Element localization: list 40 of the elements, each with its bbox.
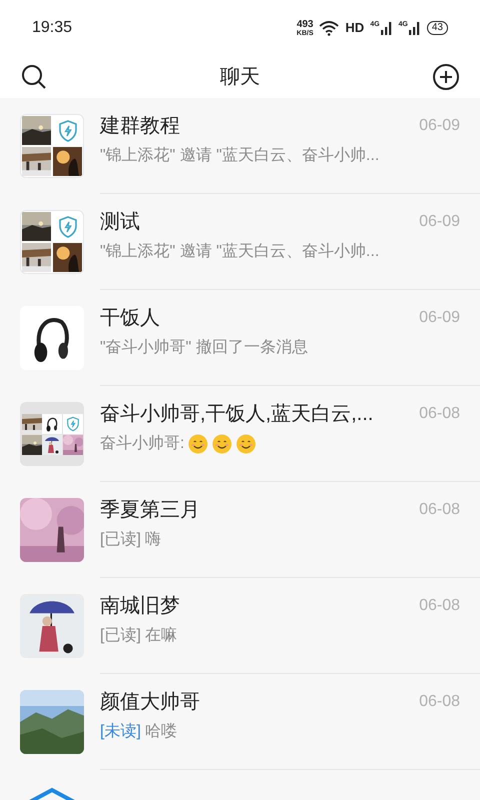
read-status: [未读] — [100, 722, 141, 742]
add-button[interactable] — [432, 63, 460, 91]
message-preview: "锦上添花" 邀请 "蓝天白云、奋斗小帅... — [100, 146, 380, 166]
chat-date: 06-08 — [419, 500, 460, 520]
shield-icon — [64, 416, 81, 432]
message-preview: 在嘛 — [144, 626, 177, 646]
chat-date: 06-09 — [419, 212, 460, 232]
message-preview: "锦上添花" 邀请 "蓝天白云、奋斗小帅... — [100, 242, 380, 262]
chat-title: 南城旧梦 — [100, 594, 180, 619]
chat-title: 奋斗小帅哥,干饭人,蓝天白云,... — [100, 402, 374, 427]
smile-emoji-icon — [188, 434, 208, 454]
chat-title: 颜值大帅哥 — [100, 690, 200, 715]
chat-title: 测试 — [100, 210, 140, 235]
chat-date: 06-08 — [419, 596, 460, 616]
chat-title: 干饭人 — [100, 306, 160, 331]
hd-label: HD — [345, 19, 364, 38]
smile-emoji-icon — [212, 434, 232, 454]
message-preview: 嗨 — [144, 530, 161, 550]
read-status: [已读] — [100, 626, 141, 646]
chat-date: 06-09 — [419, 308, 460, 328]
smile-emoji-icon — [236, 434, 256, 454]
signal-icon — [408, 21, 421, 35]
status-time: 19:35 — [32, 18, 72, 38]
network-speed: 493 — [296, 20, 314, 30]
read-status: [已读] — [100, 530, 141, 550]
chat-date: 06-09 — [419, 116, 460, 136]
battery-indicator: 43 — [426, 21, 448, 35]
signal-icon — [380, 21, 393, 35]
message-preview: 哈喽 — [144, 722, 177, 742]
plus-icon — [432, 63, 460, 91]
chat-title: 建群教程 — [100, 114, 180, 139]
search-icon — [20, 63, 48, 91]
message-preview: 奋斗小帅哥: — [100, 434, 184, 454]
chat-date: 06-08 — [419, 404, 460, 424]
message-preview: "奋斗小帅哥" 撤回了一条消息 — [100, 338, 308, 358]
wifi-icon — [319, 20, 340, 36]
chat-title: 季夏第三月 — [100, 498, 200, 523]
page-title: 聊天 — [220, 65, 260, 90]
chat-date: 06-08 — [419, 692, 460, 712]
search-button[interactable] — [20, 63, 48, 91]
